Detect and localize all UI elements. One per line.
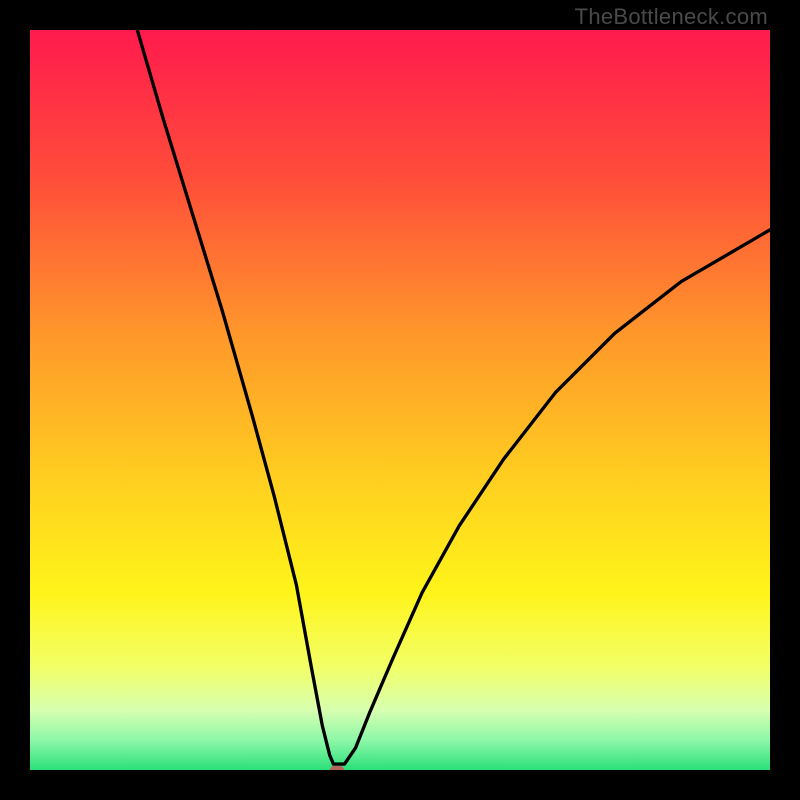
optimum-marker — [330, 766, 344, 770]
chart-frame: TheBottleneck.com — [0, 0, 800, 800]
plot-area — [30, 30, 770, 770]
bottleneck-curve — [30, 30, 770, 770]
watermark-text: TheBottleneck.com — [575, 4, 768, 30]
